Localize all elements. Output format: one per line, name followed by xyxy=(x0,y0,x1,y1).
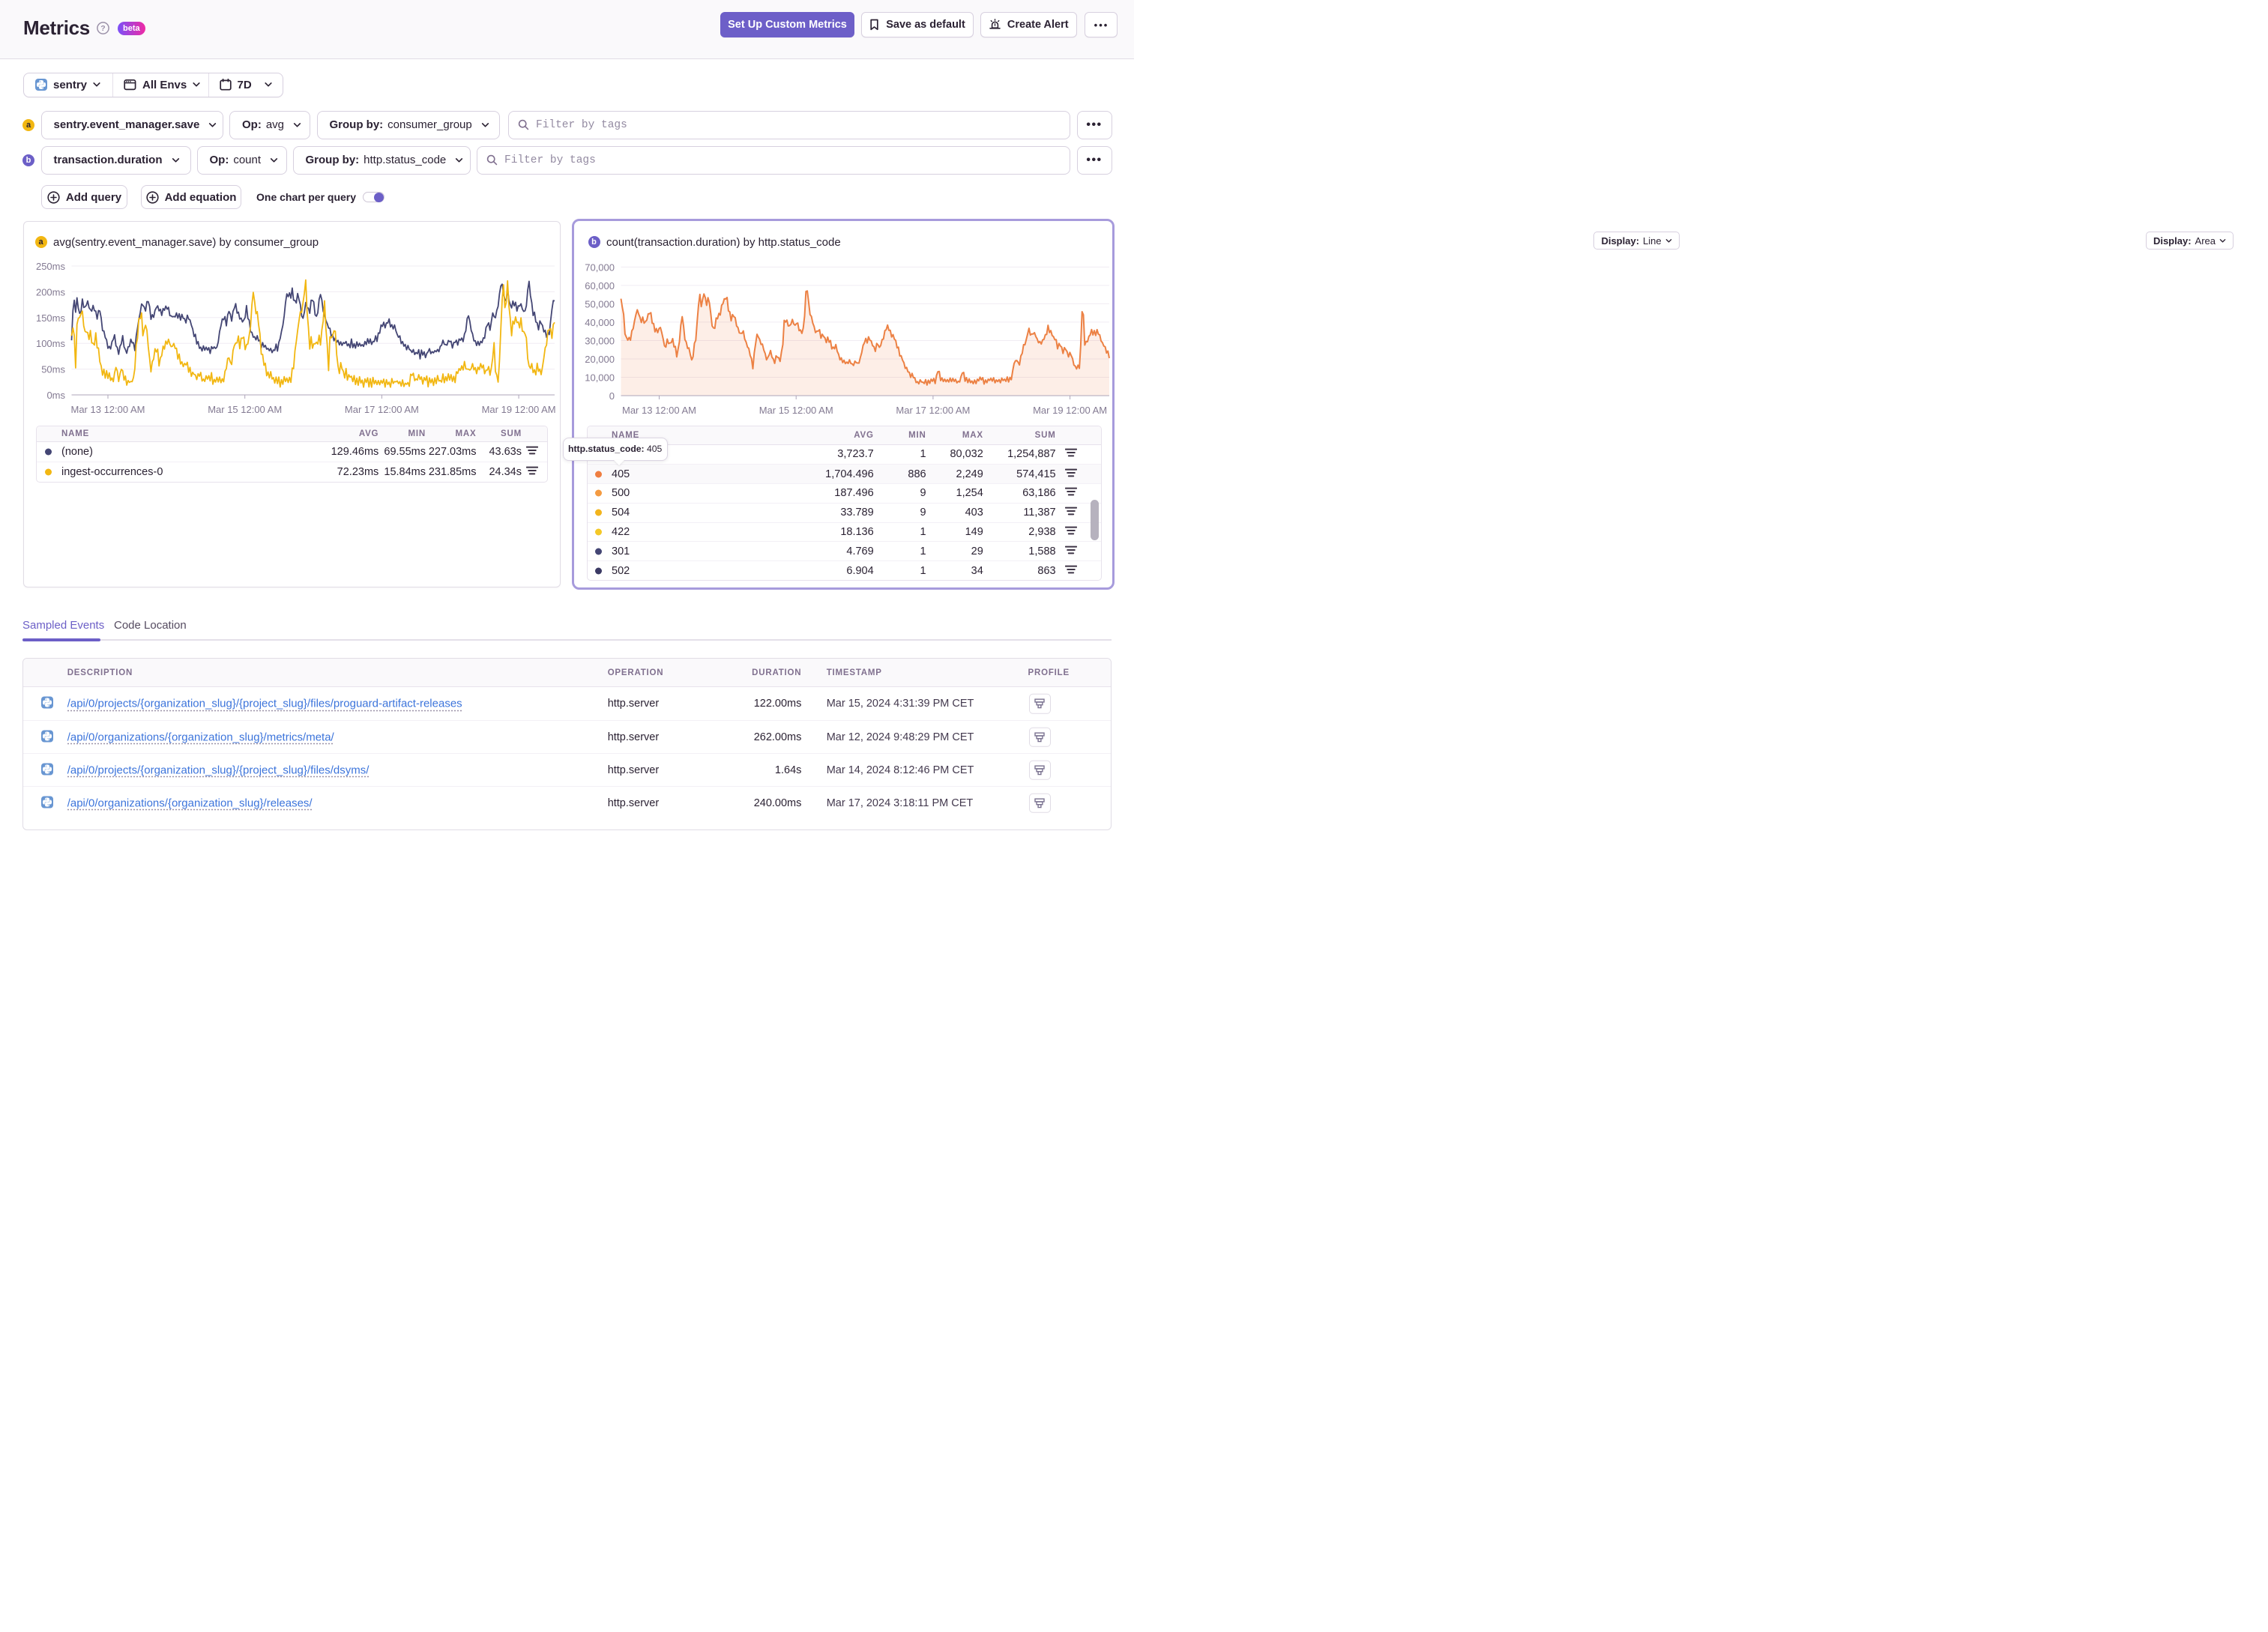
svg-text:Mar 13 12:00 AM: Mar 13 12:00 AM xyxy=(622,405,696,416)
svg-text:Mar 13 12:00 AM: Mar 13 12:00 AM xyxy=(70,404,145,415)
svg-text:?: ? xyxy=(100,24,105,33)
svg-text:20,000: 20,000 xyxy=(585,354,615,365)
svg-text:0: 0 xyxy=(609,390,614,402)
svg-text:Mar 15 12:00 AM: Mar 15 12:00 AM xyxy=(208,404,282,415)
svg-text:10,000: 10,000 xyxy=(585,372,615,384)
svg-text:50,000: 50,000 xyxy=(585,298,615,309)
svg-text:Mar 17 12:00 AM: Mar 17 12:00 AM xyxy=(896,405,970,416)
svg-text:200ms: 200ms xyxy=(35,286,65,297)
svg-text:250ms: 250ms xyxy=(35,261,65,272)
svg-text:0ms: 0ms xyxy=(46,390,65,401)
svg-text:50ms: 50ms xyxy=(41,364,65,375)
svg-text:60,000: 60,000 xyxy=(585,280,615,291)
svg-text:150ms: 150ms xyxy=(35,312,65,324)
svg-text:30,000: 30,000 xyxy=(585,336,615,347)
svg-text:40,000: 40,000 xyxy=(585,317,615,328)
svg-text:70,000: 70,000 xyxy=(585,262,615,273)
svg-text:Mar 15 12:00 AM: Mar 15 12:00 AM xyxy=(758,405,833,416)
svg-text:100ms: 100ms xyxy=(35,338,65,349)
svg-text:Mar 19 12:00 AM: Mar 19 12:00 AM xyxy=(481,404,555,415)
svg-text:Mar 17 12:00 AM: Mar 17 12:00 AM xyxy=(344,404,418,415)
svg-text:Mar 19 12:00 AM: Mar 19 12:00 AM xyxy=(1033,405,1107,416)
